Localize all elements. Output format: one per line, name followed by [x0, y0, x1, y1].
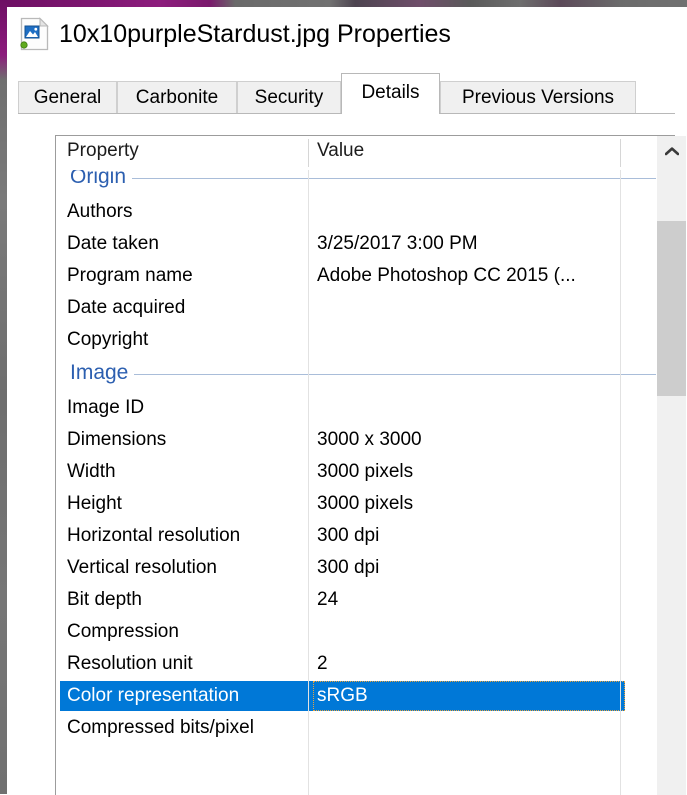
table-row[interactable]: Image ID: [56, 392, 656, 424]
property-name: Bit depth: [67, 584, 142, 616]
column-header-property[interactable]: Property: [67, 136, 139, 170]
scroll-up-button[interactable]: [657, 136, 686, 166]
title-bar: 10x10purpleStardust.jpg Properties: [7, 7, 687, 64]
property-list-viewport[interactable]: Comments Origin Authors Date taken 3/25/…: [56, 136, 656, 795]
list-column-header: Property Value: [56, 136, 686, 170]
property-name: Date acquired: [67, 292, 185, 324]
table-row[interactable]: Program name Adobe Photoshop CC 2015 (..…: [56, 260, 656, 292]
property-name: Horizontal resolution: [67, 520, 240, 552]
property-name: Date taken: [67, 228, 159, 260]
header-divider-2[interactable]: [620, 139, 621, 167]
tab-previous-versions[interactable]: Previous Versions: [440, 81, 636, 114]
tab-general[interactable]: General: [18, 81, 117, 114]
property-name: Image ID: [67, 392, 144, 424]
property-value: 3/25/2017 3:00 PM: [317, 228, 478, 260]
table-row[interactable]: Height 3000 pixels: [56, 488, 656, 520]
section-rule: [70, 178, 656, 179]
vertical-scrollbar[interactable]: [656, 136, 686, 795]
property-value: Adobe Photoshop CC 2015 (...: [317, 260, 576, 292]
property-name: Height: [67, 488, 122, 520]
table-row[interactable]: Date acquired: [56, 292, 656, 324]
chevron-up-icon: [665, 147, 679, 156]
table-row[interactable]: Date taken 3/25/2017 3:00 PM: [56, 228, 656, 260]
properties-dialog: 10x10purpleStardust.jpg Properties Gener…: [7, 7, 687, 794]
property-name: Resolution unit: [67, 648, 193, 680]
property-name: Color representation: [67, 680, 239, 712]
header-divider-1[interactable]: [308, 139, 309, 167]
table-row[interactable]: Copyright: [56, 324, 656, 356]
table-row[interactable]: Compression: [56, 616, 656, 648]
property-name: Vertical resolution: [67, 552, 217, 584]
desktop-background-top-strip: [0, 0, 687, 7]
property-value: 300 dpi: [317, 520, 379, 552]
table-row[interactable]: Width 3000 pixels: [56, 456, 656, 488]
property-name: Program name: [67, 260, 193, 292]
property-name: Dimensions: [67, 424, 166, 456]
table-row[interactable]: Authors: [56, 196, 656, 228]
property-name: Compressed bits/pixel: [67, 712, 254, 744]
property-value: 3000 x 3000: [317, 424, 422, 456]
property-name: Compression: [67, 616, 179, 648]
table-row[interactable]: Compressed bits/pixel: [56, 712, 656, 744]
scrollbar-thumb[interactable]: [657, 221, 686, 396]
table-row[interactable]: Dimensions 3000 x 3000: [56, 424, 656, 456]
property-value: 3000 pixels: [317, 488, 413, 520]
table-row-selected[interactable]: Color representation sRGB: [56, 680, 656, 712]
property-value: 2: [317, 648, 328, 680]
tab-strip: General Carbonite Security Details Previ…: [18, 73, 687, 114]
tab-security[interactable]: Security: [237, 81, 341, 114]
table-row[interactable]: Bit depth 24: [56, 584, 656, 616]
image-file-icon: [20, 17, 50, 51]
tab-details[interactable]: Details: [341, 73, 440, 114]
property-value: sRGB: [317, 680, 368, 712]
property-value: 3000 pixels: [317, 456, 413, 488]
details-tab-page: Comments Origin Authors Date taken 3/25/…: [18, 113, 687, 794]
section-rule: [70, 374, 656, 375]
tab-carbonite[interactable]: Carbonite: [117, 81, 237, 114]
property-value: 300 dpi: [317, 552, 379, 584]
property-name: Authors: [67, 196, 132, 228]
section-label: Image: [70, 356, 134, 390]
desktop-background-left-strip: [0, 0, 7, 794]
table-row[interactable]: Vertical resolution 300 dpi: [56, 552, 656, 584]
property-name: Copyright: [67, 324, 148, 356]
window-title: 10x10purpleStardust.jpg Properties: [59, 15, 451, 53]
section-header-image: Image: [56, 356, 656, 392]
property-value: 24: [317, 584, 338, 616]
property-list-rows: Comments Origin Authors Date taken 3/25/…: [56, 136, 656, 744]
column-header-value[interactable]: Value: [317, 136, 364, 170]
table-row[interactable]: Resolution unit 2: [56, 648, 656, 680]
property-name: Width: [67, 456, 116, 488]
property-list: Comments Origin Authors Date taken 3/25/…: [55, 135, 686, 795]
table-row[interactable]: Horizontal resolution 300 dpi: [56, 520, 656, 552]
